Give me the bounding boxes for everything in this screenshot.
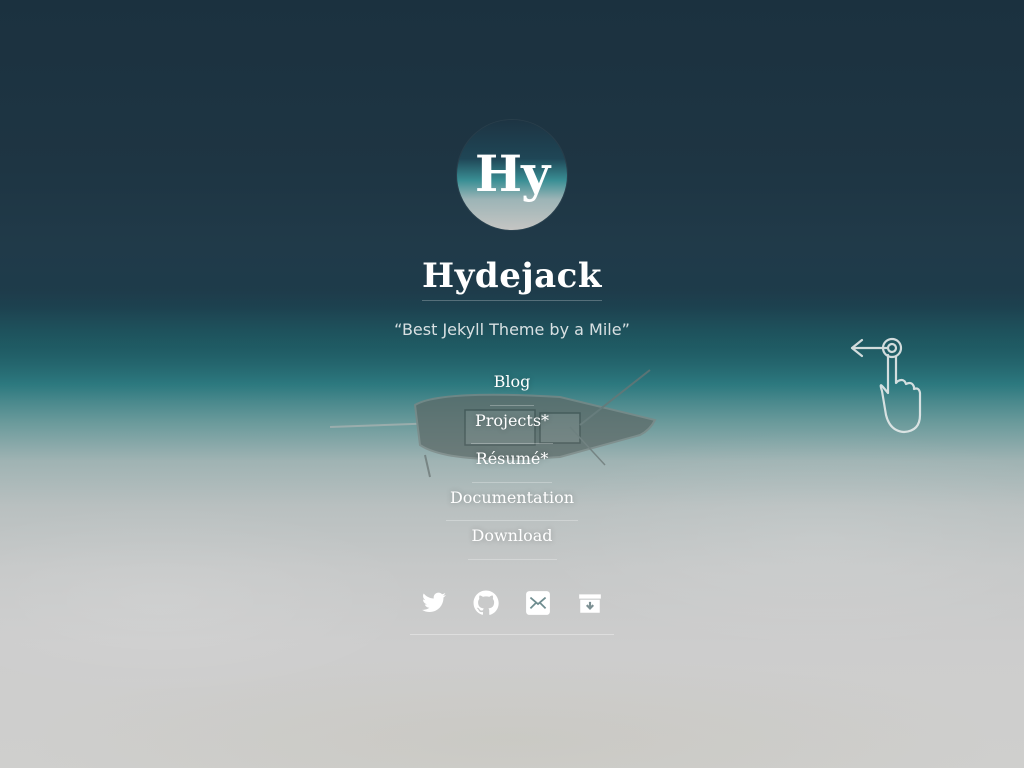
avatar-text: Hy <box>474 143 550 203</box>
site-title-wrapper: Hydejack <box>0 256 1024 301</box>
swipe-left-hand-icon <box>850 337 922 434</box>
nav-item-blog[interactable]: Blog <box>489 367 535 406</box>
nav-item-resume[interactable]: Résumé* <box>471 444 553 483</box>
github-icon[interactable] <box>473 590 499 616</box>
twitter-icon[interactable] <box>421 590 447 616</box>
avatar-logo[interactable]: Hy <box>457 120 567 230</box>
social-links <box>410 590 614 635</box>
nav-item-documentation[interactable]: Documentation <box>445 483 579 521</box>
email-icon[interactable] <box>525 590 551 616</box>
site-title[interactable]: Hydejack <box>422 256 602 301</box>
nav-item-projects[interactable]: Projects* <box>470 406 554 444</box>
nav-item-download[interactable]: Download <box>467 521 557 560</box>
rss-icon[interactable] <box>577 590 603 616</box>
